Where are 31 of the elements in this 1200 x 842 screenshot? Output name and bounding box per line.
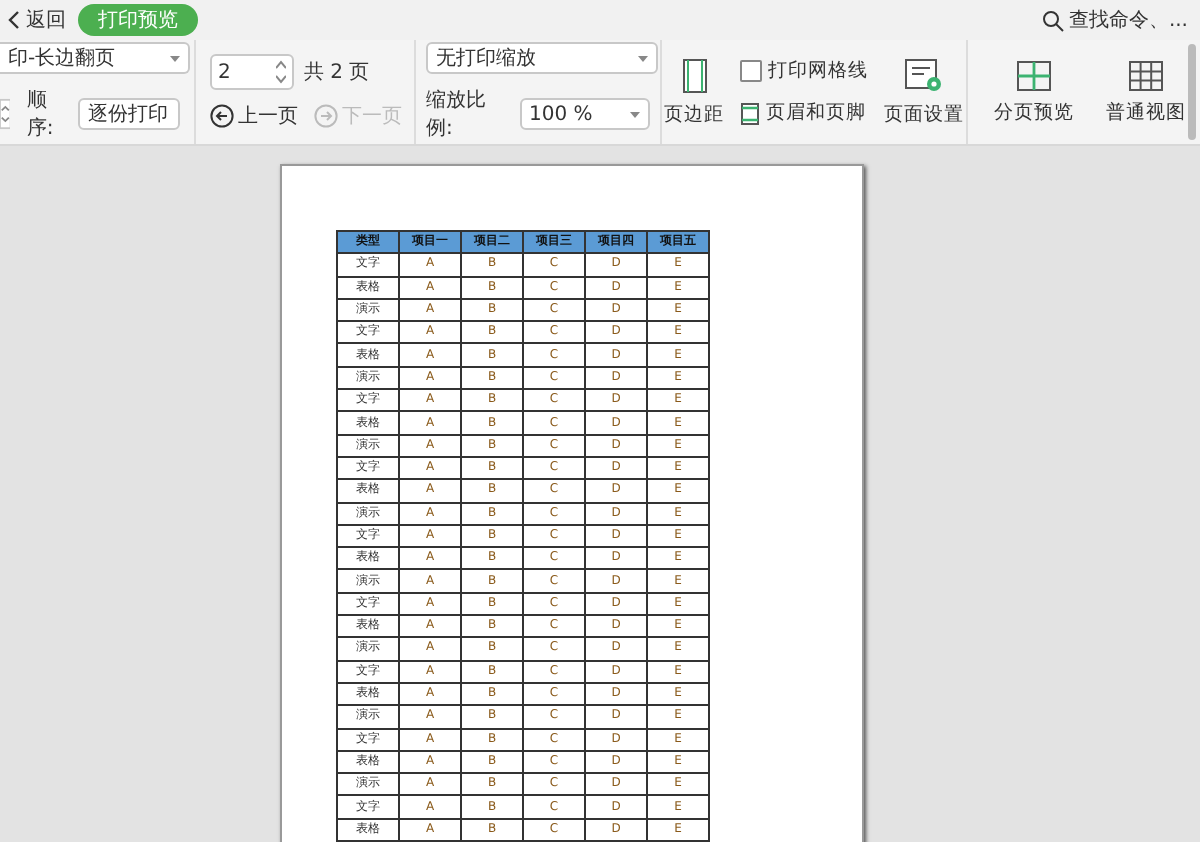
scaling-dropdown[interactable]: 无打印缩放 — [426, 42, 658, 74]
dropdown-caret-icon — [630, 111, 640, 117]
arrow-right-circle-icon — [314, 104, 338, 128]
header-footer-icon — [740, 101, 760, 125]
zoom-dropdown[interactable]: 100 % — [519, 98, 650, 130]
view-button[interactable]: 普通视图 — [1100, 59, 1192, 125]
margins-button[interactable]: 页边距 — [658, 57, 730, 127]
command-search[interactable]: 查找命令、... — [1042, 6, 1188, 34]
back-button[interactable]: 返回 — [8, 6, 66, 34]
page-gear-icon — [904, 57, 944, 93]
view-button[interactable]: 分页预览 — [988, 59, 1080, 125]
print-gridlines-checkbox[interactable]: 打印网格线 — [740, 58, 868, 84]
scrollbar[interactable] — [1188, 44, 1196, 140]
header-footer-button[interactable]: 页眉和页脚 — [740, 100, 868, 126]
page-number-field[interactable]: 2 — [210, 54, 294, 90]
order-label: 顺序: — [26, 88, 56, 142]
search-icon — [1042, 9, 1065, 31]
chevron-left-icon — [8, 10, 20, 30]
spinner-arrows-icon — [276, 60, 286, 84]
order-dropdown[interactable]: 逐份打印 — [78, 98, 180, 130]
split-page-icon — [1016, 59, 1052, 91]
page-margins-icon — [681, 57, 707, 93]
grid-icon — [1128, 59, 1164, 91]
duplex-dropdown[interactable]: 印-长边翻页 — [0, 42, 190, 74]
arrow-left-circle-icon — [210, 104, 234, 128]
dropdown-caret-icon — [170, 55, 180, 61]
page-setup-button[interactable]: 页面设置 — [878, 57, 970, 127]
dropdown-caret-icon — [638, 55, 648, 61]
previous-page-button[interactable]: 上一页 — [210, 102, 298, 130]
zoom-label: 缩放比例: — [426, 87, 488, 142]
page-total: 共 2 页 — [304, 59, 370, 86]
